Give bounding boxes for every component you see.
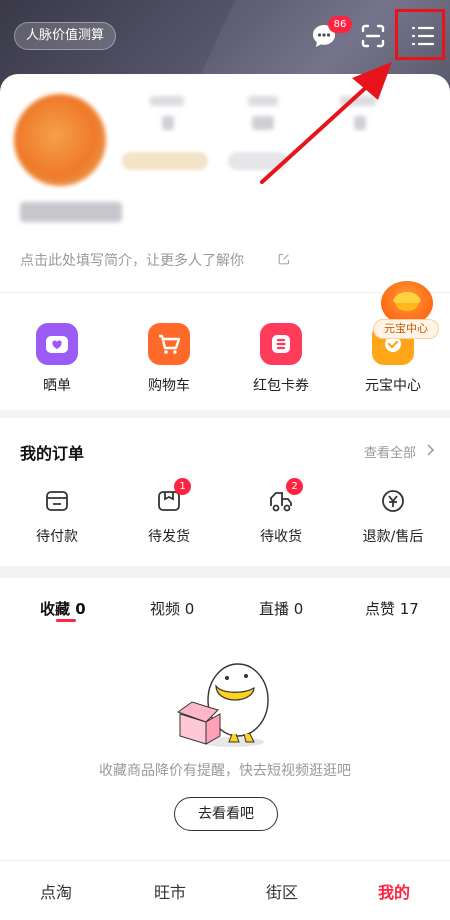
refund-icon — [378, 486, 408, 516]
cart-icon — [148, 323, 190, 365]
wallet-icon — [42, 486, 72, 516]
member-chip-blurred[interactable] — [122, 152, 208, 170]
view-all-orders-link[interactable]: 查看全部 — [364, 442, 416, 461]
order-label: 待收货 — [260, 529, 302, 545]
order-label: 退款/售后 — [362, 529, 424, 545]
order-to-receive[interactable]: 2 待收货 — [236, 478, 326, 546]
tab-likes[interactable]: 点赞 17 — [365, 598, 419, 619]
network-value-button[interactable]: 人脉价值测算 — [14, 22, 117, 50]
stat-label-blurred — [340, 96, 376, 106]
tab-videos[interactable]: 视频 0 — [150, 598, 194, 619]
orders-title: 我的订单 — [20, 444, 85, 463]
edit-icon[interactable] — [278, 253, 290, 265]
shortcut-label: 元宝中心 — [365, 378, 421, 394]
shortcut-share-order[interactable]: 晒单 — [12, 323, 102, 395]
shortcut-cart[interactable]: 购物车 — [124, 323, 214, 395]
shortcut-label: 购物车 — [148, 378, 190, 394]
level-chip-blurred[interactable] — [228, 152, 288, 170]
empty-state-message: 收藏商品降价有提醒，快去短视频逛逛吧 — [99, 763, 351, 779]
share-order-icon — [36, 323, 78, 365]
nav-mine[interactable]: 我的 — [354, 879, 434, 903]
username-blurred — [20, 202, 122, 222]
shortcut-coupon[interactable]: 红包卡券 — [236, 323, 326, 395]
shortcut-label: 红包卡券 — [253, 378, 309, 394]
stat-label-blurred — [150, 96, 184, 106]
nav-wangshi[interactable]: 旺市 — [130, 879, 210, 903]
message-badge: 86 — [328, 16, 352, 33]
order-refund[interactable]: 退款/售后 — [348, 486, 438, 546]
active-tab-indicator — [56, 619, 76, 622]
stat-value-blurred[interactable] — [252, 116, 274, 130]
order-badge: 2 — [286, 478, 303, 495]
order-to-ship[interactable]: 1 待发货 — [124, 478, 214, 546]
coupon-icon — [260, 323, 302, 365]
profile-card: 点击此处填写简介，让更多人了解你 — [0, 74, 450, 292]
stat-value-blurred[interactable] — [354, 116, 366, 130]
nav-jiequ[interactable]: 街区 — [242, 879, 322, 903]
bio-placeholder[interactable]: 点击此处填写简介，让更多人了解你 — [20, 250, 244, 270]
order-label: 待发货 — [148, 529, 190, 545]
ingot-center-float[interactable]: 元宝中心 — [373, 281, 439, 341]
scan-icon[interactable] — [355, 18, 391, 54]
tab-favorites[interactable]: 收藏 0 — [40, 598, 86, 619]
order-label: 待付款 — [36, 529, 78, 545]
shortcut-label: 晒单 — [43, 378, 71, 394]
order-pending-payment[interactable]: 待付款 — [12, 486, 102, 546]
order-badge: 1 — [174, 478, 191, 495]
orders-card: 我的订单 查看全部 待付款 1 待发货 2 待收货 退款/售后 — [0, 418, 450, 566]
chevron-right-icon[interactable] — [425, 443, 435, 457]
bottom-navigation: 点淘 旺市 街区 我的 — [0, 860, 450, 920]
content-tabs-card: 收藏 0 视频 0 直播 0 点赞 17 收藏商品降价有提醒，快去短视频逛逛吧 … — [0, 578, 450, 860]
tab-live[interactable]: 直播 0 — [259, 598, 303, 619]
menu-highlight-box — [395, 9, 445, 60]
stat-label-blurred — [248, 96, 278, 106]
duck-illustration — [176, 663, 269, 747]
delivery-truck-icon: 2 — [266, 478, 303, 516]
stat-value-blurred[interactable] — [162, 116, 174, 130]
package-icon: 1 — [154, 478, 191, 516]
go-browse-button[interactable]: 去看看吧 — [174, 797, 278, 831]
ingot-center-label: 元宝中心 — [373, 319, 439, 339]
avatar[interactable] — [14, 94, 106, 186]
nav-diantao[interactable]: 点淘 — [16, 879, 96, 903]
